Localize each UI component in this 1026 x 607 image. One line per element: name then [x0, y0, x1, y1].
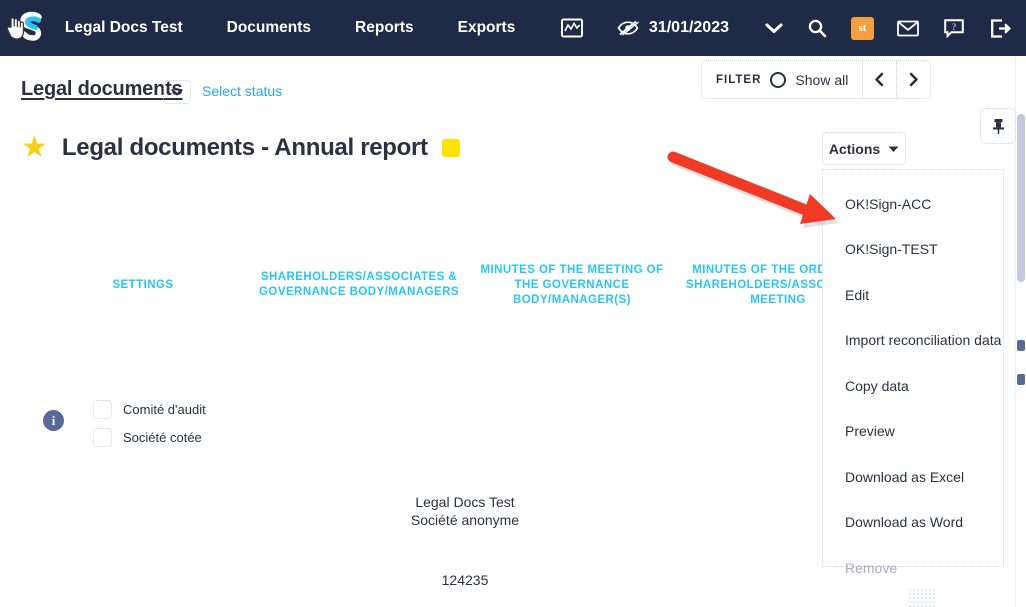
menu-item-oksign-test[interactable]: OK!Sign-TEST — [823, 227, 1003, 273]
menu-item-download-as-excel[interactable]: Download as Excel — [823, 454, 1003, 500]
checkbox-row-comite-audit[interactable]: Comité d'audit — [93, 400, 206, 419]
column-header-minutes-governance: MINUTES OF THE MEETING OF THE GOVERNANCE… — [480, 264, 664, 307]
page-scrollbar-track[interactable] — [1015, 56, 1026, 607]
company-info: Legal Docs Test Société anonyme — [365, 494, 565, 530]
filter-value: Show all — [795, 71, 849, 88]
breadcrumb-chevron-down-icon[interactable] — [163, 80, 191, 104]
filter-control: FILTER Show all — [701, 60, 932, 99]
menu-item-preview[interactable]: Preview — [823, 409, 1003, 455]
menu-item-download-as-word[interactable]: Download as Word — [823, 500, 1003, 546]
mail-icon[interactable] — [896, 16, 920, 40]
chevron-right-icon — [910, 72, 919, 87]
checkbox-comite-audit[interactable] — [93, 400, 112, 419]
actions-button-label: Actions — [828, 140, 881, 157]
period-date[interactable]: 31/01/2023 — [649, 19, 729, 37]
nav-item-legal-docs-test[interactable]: Legal Docs Test — [65, 19, 183, 37]
menu-item-import-reconciliation-data[interactable]: Import reconciliation data — [823, 318, 1003, 364]
top-navigation-bar: Legal Docs Test Documents Reports Export… — [0, 0, 1026, 56]
eye-slash-icon[interactable] — [617, 20, 639, 36]
chart-icon[interactable] — [559, 15, 585, 41]
select-status-link[interactable]: Select status — [202, 83, 282, 99]
menu-item-oksign-acc[interactable]: OK!Sign-ACC — [823, 181, 1003, 227]
status-badge[interactable] — [441, 139, 460, 157]
chevron-left-icon — [875, 72, 884, 87]
chevron-down-icon — [888, 146, 899, 152]
decorative-dot-block — [908, 588, 936, 607]
column-header-shareholders: SHAREHOLDERS/ASSOCIATES & GOVERNANCE BOD… — [259, 271, 459, 299]
checkbox-societe-cotee[interactable] — [93, 428, 112, 447]
actions-button[interactable]: Actions — [822, 132, 906, 165]
filter-show-all-toggle[interactable]: FILTER Show all — [702, 61, 862, 98]
nav-item-reports[interactable]: Reports — [355, 19, 414, 37]
hand-pointer-cursor — [6, 17, 25, 40]
scrollbar-marker — [1017, 340, 1025, 351]
page-title-row: ★ Legal documents - Annual report — [21, 133, 460, 163]
pin-icon — [992, 118, 1004, 134]
chevron-down-icon[interactable] — [765, 22, 783, 34]
menu-item-remove: Remove — [845, 559, 898, 576]
checkbox-label-societe-cotee: Société cotée — [123, 430, 202, 445]
page-scrollbar-thumb[interactable] — [1017, 114, 1025, 282]
breadcrumb-legal-documents[interactable]: Legal documents — [21, 78, 183, 101]
company-name: Legal Docs Test — [415, 494, 515, 510]
nav-item-exports[interactable]: Exports — [458, 19, 516, 37]
page-title: Legal documents - Annual report — [61, 134, 428, 161]
info-icon[interactable]: i — [43, 410, 64, 431]
menu-item-copy-data[interactable]: Copy data — [823, 363, 1003, 409]
checkbox-row-societe-cotee[interactable]: Société cotée — [93, 428, 202, 447]
actions-dropdown-menu: OK!Sign-ACC OK!Sign-TEST Edit Import rec… — [822, 170, 1004, 576]
nav-item-documents[interactable]: Documents — [227, 19, 311, 37]
column-header-settings: SETTINGS — [112, 279, 174, 291]
st-badge-icon[interactable]: st — [851, 16, 874, 40]
pin-button[interactable] — [980, 108, 1016, 144]
app-logo[interactable] — [0, 0, 65, 56]
logout-icon[interactable] — [988, 16, 1012, 40]
filter-next-button[interactable] — [896, 61, 930, 98]
star-icon[interactable]: ★ — [21, 133, 48, 163]
filter-radio-icon[interactable] — [770, 71, 787, 88]
svg-text:?: ? — [952, 22, 956, 32]
company-legal-form: Société anonyme — [410, 511, 520, 528]
actions-menu-divider — [822, 169, 1004, 170]
search-icon[interactable] — [805, 16, 829, 40]
app-root: Legal Docs Test Documents Reports Export… — [0, 0, 1026, 607]
company-number: 124235 — [441, 572, 489, 588]
menu-item-edit[interactable]: Edit — [823, 272, 1003, 318]
checkbox-label-comite-audit: Comité d'audit — [123, 402, 206, 417]
filter-label: FILTER — [716, 73, 762, 86]
scrollbar-marker — [1017, 374, 1025, 385]
help-icon[interactable]: ? — [942, 16, 966, 40]
topnav-right-icons: st ? — [783, 16, 1026, 40]
filter-prev-button[interactable] — [862, 61, 896, 98]
